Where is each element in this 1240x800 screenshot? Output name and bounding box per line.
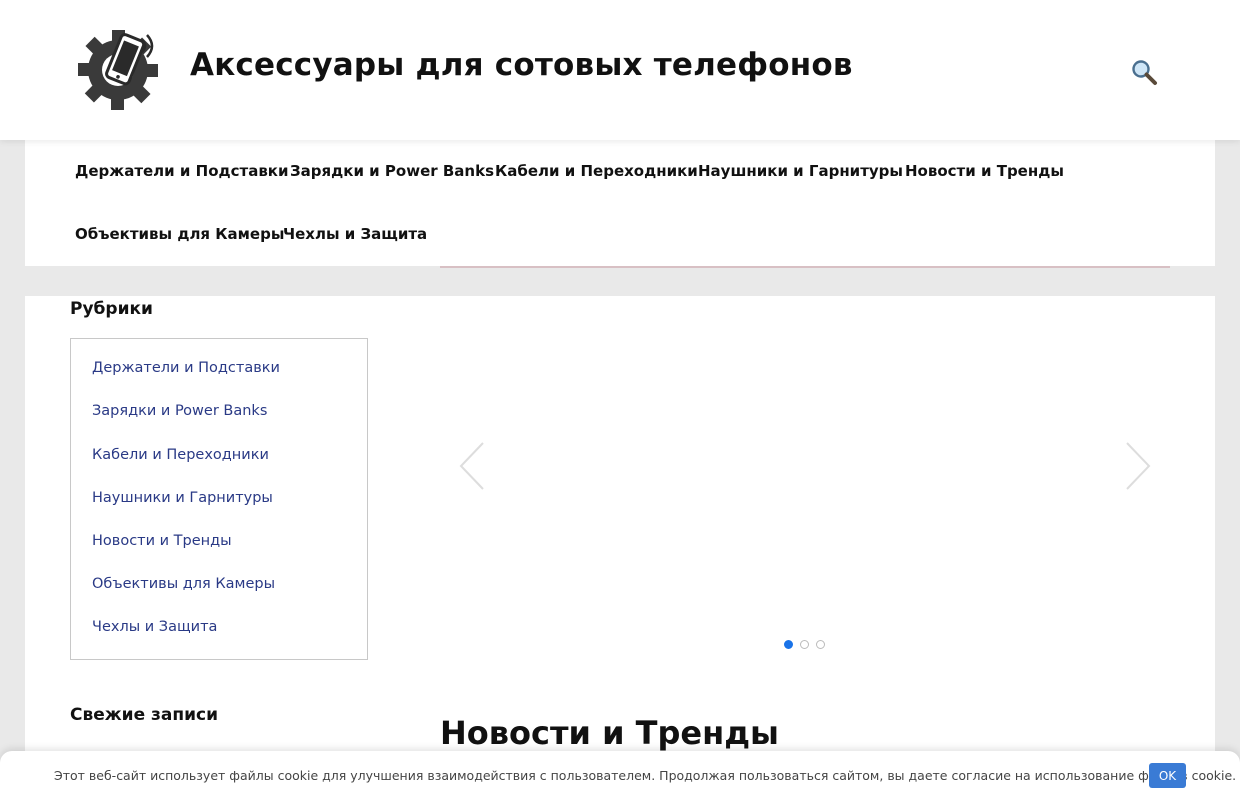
cookie-notice-text: Этот веб-сайт использует файлы cookie дл… (54, 768, 1237, 783)
cookie-banner: Этот веб-сайт использует файлы cookie дл… (0, 751, 1240, 800)
gear-phone-logo-icon[interactable] (72, 22, 164, 114)
slider-dot-1[interactable] (784, 640, 793, 649)
nav-item-headphones[interactable]: Наушники и Гарнитуры (698, 162, 903, 180)
chevron-right-icon[interactable] (1123, 441, 1153, 495)
nav-item-lenses[interactable]: Объективы для Камеры (75, 225, 284, 243)
category-link-headphones[interactable]: Наушники и Гарнитуры (92, 490, 273, 506)
nav-item-news[interactable]: Новости и Тренды (905, 162, 1064, 180)
nav-item-chargers[interactable]: Зарядки и Power Banks (290, 162, 494, 180)
category-link-chargers[interactable]: Зарядки и Power Banks (92, 403, 267, 419)
nav-item-cases[interactable]: Чехлы и Защита (283, 225, 427, 243)
slider-dot-3[interactable] (816, 640, 825, 649)
cookie-ok-button[interactable]: OK (1149, 763, 1186, 788)
slider-dot-2[interactable] (800, 640, 809, 649)
categories-list: Держатели и Подставки Зарядки и Power Ba… (70, 338, 368, 660)
site-header: Аксессуары для сотовых телефонов (0, 0, 1240, 140)
content-area: Рубрики Держатели и Подставки Зарядки и … (25, 296, 1215, 800)
section-heading: Новости и Тренды (440, 714, 779, 752)
nav-item-holders[interactable]: Держатели и Подставки (75, 162, 289, 180)
recent-posts-widget-title: Свежие записи (70, 705, 219, 725)
category-link-cases[interactable]: Чехлы и Защита (92, 619, 217, 635)
category-link-cables[interactable]: Кабели и Переходники (92, 447, 269, 463)
main-navigation: Держатели и Подставки Зарядки и Power Ba… (25, 140, 1215, 266)
category-link-news[interactable]: Новости и Тренды (92, 533, 232, 549)
category-link-lenses[interactable]: Объективы для Камеры (92, 576, 275, 592)
categories-widget-title: Рубрики (70, 299, 153, 319)
chevron-left-icon[interactable] (457, 441, 487, 495)
search-icon[interactable] (1128, 56, 1160, 88)
nav-item-cables[interactable]: Кабели и Переходники (495, 162, 698, 180)
site-title[interactable]: Аксессуары для сотовых телефонов (190, 47, 853, 83)
category-link-holders[interactable]: Держатели и Подставки (92, 360, 280, 376)
